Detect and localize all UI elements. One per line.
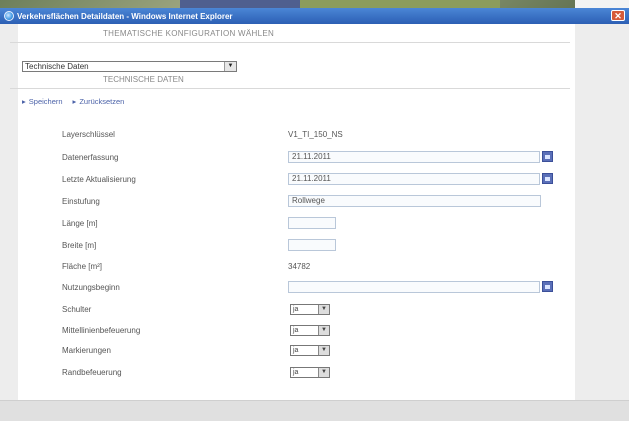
divider (10, 42, 570, 43)
save-link[interactable]: ▸ Speichern (22, 97, 63, 106)
window-titlebar[interactable]: Verkehrsflächen Detaildaten - Windows In… (0, 8, 629, 24)
last-update-label: Letzte Aktualisierung (62, 175, 136, 184)
classification-label: Einstufung (62, 197, 100, 206)
status-bar (0, 400, 629, 421)
shoulder-select-value: ja (293, 306, 299, 313)
form-row-usage-start: Nutzungsbeginn (62, 281, 282, 294)
form-actions: ▸ Speichern ▸ Zurücksetzen (22, 97, 124, 106)
data-capture-field[interactable]: 21.11.2011 (288, 151, 540, 163)
markings-select-value: ja (293, 347, 299, 354)
internet-explorer-icon (4, 11, 14, 21)
form-row-classification: Einstufung (62, 195, 282, 208)
config-header: THEMATISCHE KONFIGURATION WÄHLEN (103, 29, 275, 38)
chevron-down-icon: ▼ (224, 62, 236, 71)
divider (10, 88, 570, 89)
map-tile (300, 0, 500, 8)
area-label: Fläche [m²] (62, 262, 103, 271)
last-update-field[interactable]: 21.11.2011 (288, 173, 540, 185)
form-row-last-update: Letzte Aktualisierung (62, 173, 282, 186)
save-label: Speichern (28, 97, 63, 106)
browser-popup-window: Verkehrsflächen Detaildaten - Windows In… (0, 8, 629, 421)
classification-field[interactable]: Rollwege (288, 195, 541, 207)
calendar-icon[interactable] (542, 151, 553, 162)
form-row-area: Fläche [m²] (62, 260, 282, 273)
centerline-lighting-select-value: ja (293, 327, 299, 334)
edge-lighting-label: Randbefeuerung (62, 368, 122, 377)
form-row-shoulder: Schulter (62, 303, 282, 316)
calendar-icon[interactable] (542, 173, 553, 184)
calendar-icon[interactable] (542, 281, 553, 292)
arrow-right-icon: ▸ (72, 97, 77, 106)
window-title: Verkehrsflächen Detaildaten - Windows In… (17, 11, 233, 21)
configuration-select[interactable]: Technische Daten ▼ (22, 61, 237, 72)
form-row-markings: Markierungen (62, 344, 282, 357)
layer-key-value: V1_TI_150_NS (288, 130, 343, 139)
data-capture-label: Datenerfassung (62, 153, 119, 162)
form-row-width: Breite [m] (62, 239, 282, 252)
form-row-centerline-lighting: Mittellinienbefeuerung (62, 324, 282, 337)
width-field[interactable] (288, 239, 336, 251)
chevron-down-icon: ▼ (318, 305, 329, 314)
usage-start-label: Nutzungsbeginn (62, 283, 120, 292)
length-field[interactable] (288, 217, 336, 229)
reset-link[interactable]: ▸ Zurücksetzen (73, 97, 125, 106)
markings-label: Markierungen (62, 346, 111, 355)
chevron-down-icon: ▼ (318, 368, 329, 377)
centerline-lighting-label: Mittellinienbefeuerung (62, 326, 141, 335)
shoulder-label: Schulter (62, 305, 92, 314)
configuration-select-value: Technische Daten (25, 62, 89, 71)
form-row-length: Länge [m] (62, 217, 282, 230)
length-label: Länge [m] (62, 219, 98, 228)
window-content: THEMATISCHE KONFIGURATION WÄHLEN Technis… (0, 24, 629, 421)
edge-lighting-select-value: ja (293, 369, 299, 376)
width-label: Breite [m] (62, 241, 97, 250)
chevron-down-icon: ▼ (318, 326, 329, 335)
close-window-button[interactable]: ✕ (611, 10, 625, 21)
shoulder-select[interactable]: ja ▼ (290, 304, 330, 315)
layer-key-label: Layerschlüssel (62, 130, 115, 139)
form-row-data-capture: Datenerfassung (62, 151, 282, 164)
edge-lighting-select[interactable]: ja ▼ (290, 367, 330, 378)
centerline-lighting-select[interactable]: ja ▼ (290, 325, 330, 336)
form-row-edge-lighting: Randbefeuerung (62, 366, 282, 379)
area-value: 34782 (288, 262, 311, 271)
chevron-down-icon: ▼ (318, 346, 329, 355)
reset-label: Zurücksetzen (79, 97, 125, 106)
form-row-layer-key: Layerschlüssel (62, 128, 282, 141)
section-header: TECHNISCHE DATEN (103, 75, 184, 84)
markings-select[interactable]: ja ▼ (290, 345, 330, 356)
arrow-right-icon: ▸ (22, 97, 26, 106)
usage-start-field[interactable] (288, 281, 540, 293)
